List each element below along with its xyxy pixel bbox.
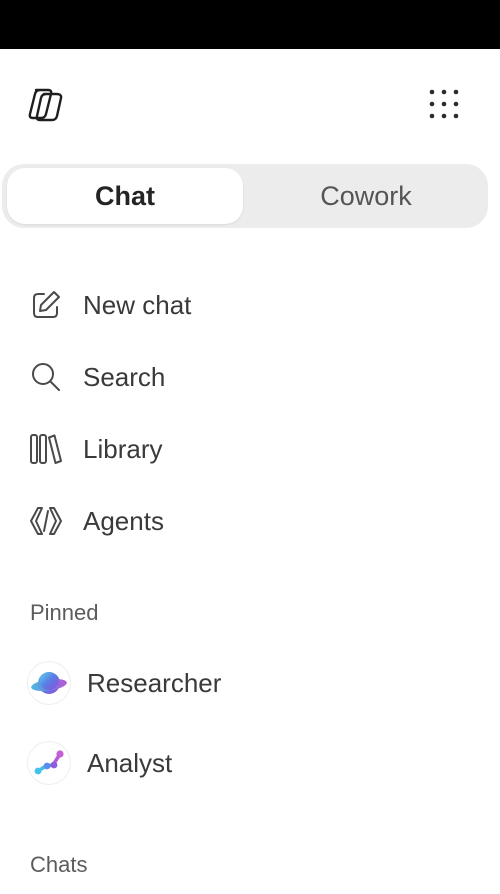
copilot-logo-icon [26,84,66,124]
nav-label-agents: Agents [83,505,164,536]
researcher-agent-icon [28,662,70,704]
library-icon [28,431,64,467]
nav-label-new-chat: New chat [83,289,192,320]
pinned-label-analyst: Analyst [87,747,173,778]
app-launcher-button[interactable] [422,82,466,126]
search-icon [28,359,64,395]
pinned-item-analyst[interactable]: Analyst [0,731,500,795]
pinned-section-header: Pinned [30,600,99,625]
nav-item-library[interactable]: Library [0,419,500,479]
mode-switch: Chat Cowork [2,164,488,228]
app-launcher-grid-icon [429,89,459,119]
nav-item-agents[interactable]: Agents [0,491,500,551]
agents-icon [28,503,64,539]
pinned-label-researcher: Researcher [87,667,222,698]
nav-item-search[interactable]: Search [0,347,500,407]
nav-label-library: Library [83,433,163,464]
tab-cowork[interactable]: Cowork [248,168,484,224]
analyst-agent-icon [28,742,70,784]
compose-icon [28,287,64,323]
pinned-item-researcher[interactable]: Researcher [0,651,500,715]
tab-chat[interactable]: Chat [7,168,243,224]
chats-section-header: Chats [30,852,88,877]
nav-item-new-chat[interactable]: New chat [0,275,500,335]
status-bar [0,0,500,49]
nav-label-search: Search [83,361,166,392]
